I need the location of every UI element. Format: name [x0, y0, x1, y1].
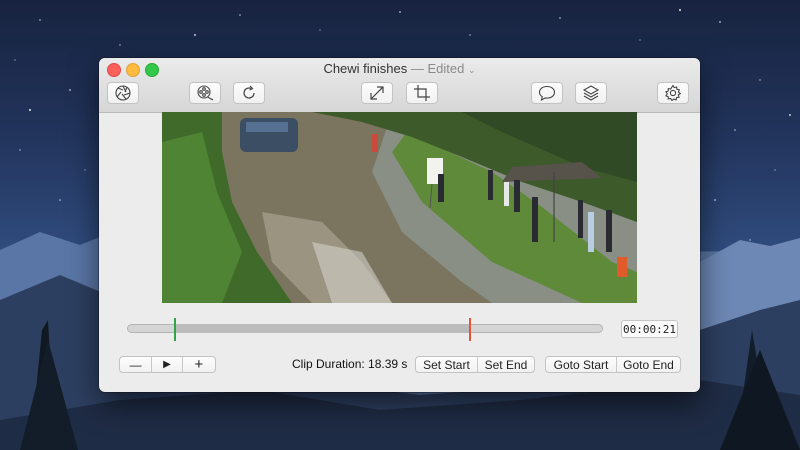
gear-icon	[665, 84, 682, 102]
goto-end-button[interactable]: Goto End	[617, 357, 680, 372]
aperture-icon	[115, 85, 131, 101]
clip-duration-label: Clip Duration:	[292, 357, 365, 371]
set-point-controls: Set Start Set End	[415, 356, 535, 373]
window-title[interactable]: Chewi finishes — Edited ⌄	[99, 61, 700, 76]
set-start-button[interactable]: Set Start	[416, 357, 478, 372]
aperture-button[interactable]	[107, 82, 139, 104]
clip-duration-value: 18.39 s	[368, 357, 408, 371]
title-separator: —	[410, 61, 424, 76]
rotate-button[interactable]	[233, 82, 265, 104]
rotate-icon	[243, 85, 255, 99]
expand-arrows-icon	[370, 86, 384, 100]
crop-icon	[414, 85, 430, 101]
video-frame	[162, 112, 637, 303]
edited-status: Edited	[427, 61, 465, 76]
selected-clip-range	[174, 324, 470, 333]
set-end-button[interactable]: Set End	[478, 357, 534, 372]
comment-button[interactable]	[531, 82, 563, 104]
speech-bubble-icon	[538, 85, 556, 102]
chevron-down-icon[interactable]: ⌄	[468, 65, 476, 75]
timecode-display: 00:00:21	[621, 320, 678, 338]
video-preview[interactable]	[162, 112, 637, 303]
layers-button[interactable]	[575, 82, 607, 104]
settings-button[interactable]	[657, 82, 689, 104]
goto-controls: Goto Start Goto End	[545, 356, 681, 373]
play-button[interactable]: ▶	[152, 357, 183, 372]
goto-start-button[interactable]: Goto Start	[546, 357, 617, 372]
zoom-out-button[interactable]: —	[120, 357, 153, 372]
clip-start-handle[interactable]	[173, 318, 176, 341]
crop-button[interactable]	[406, 82, 438, 104]
title-bar: Chewi finishes — Edited ⌄	[99, 58, 700, 113]
clip-end-handle[interactable]	[468, 318, 471, 341]
clip-duration: Clip Duration: 18.39 s	[292, 357, 407, 371]
zoom-in-button[interactable]: +	[183, 357, 215, 372]
playback-controls: — ▶ +	[119, 356, 216, 373]
app-window: Chewi finishes — Edited ⌄ 00:00:21 — ▶ +…	[99, 58, 700, 392]
film-reel-button[interactable]	[189, 82, 221, 104]
film-reel-icon	[197, 85, 214, 101]
layers-icon	[582, 85, 600, 101]
document-title: Chewi finishes	[323, 61, 408, 76]
resize-button[interactable]	[361, 82, 393, 104]
